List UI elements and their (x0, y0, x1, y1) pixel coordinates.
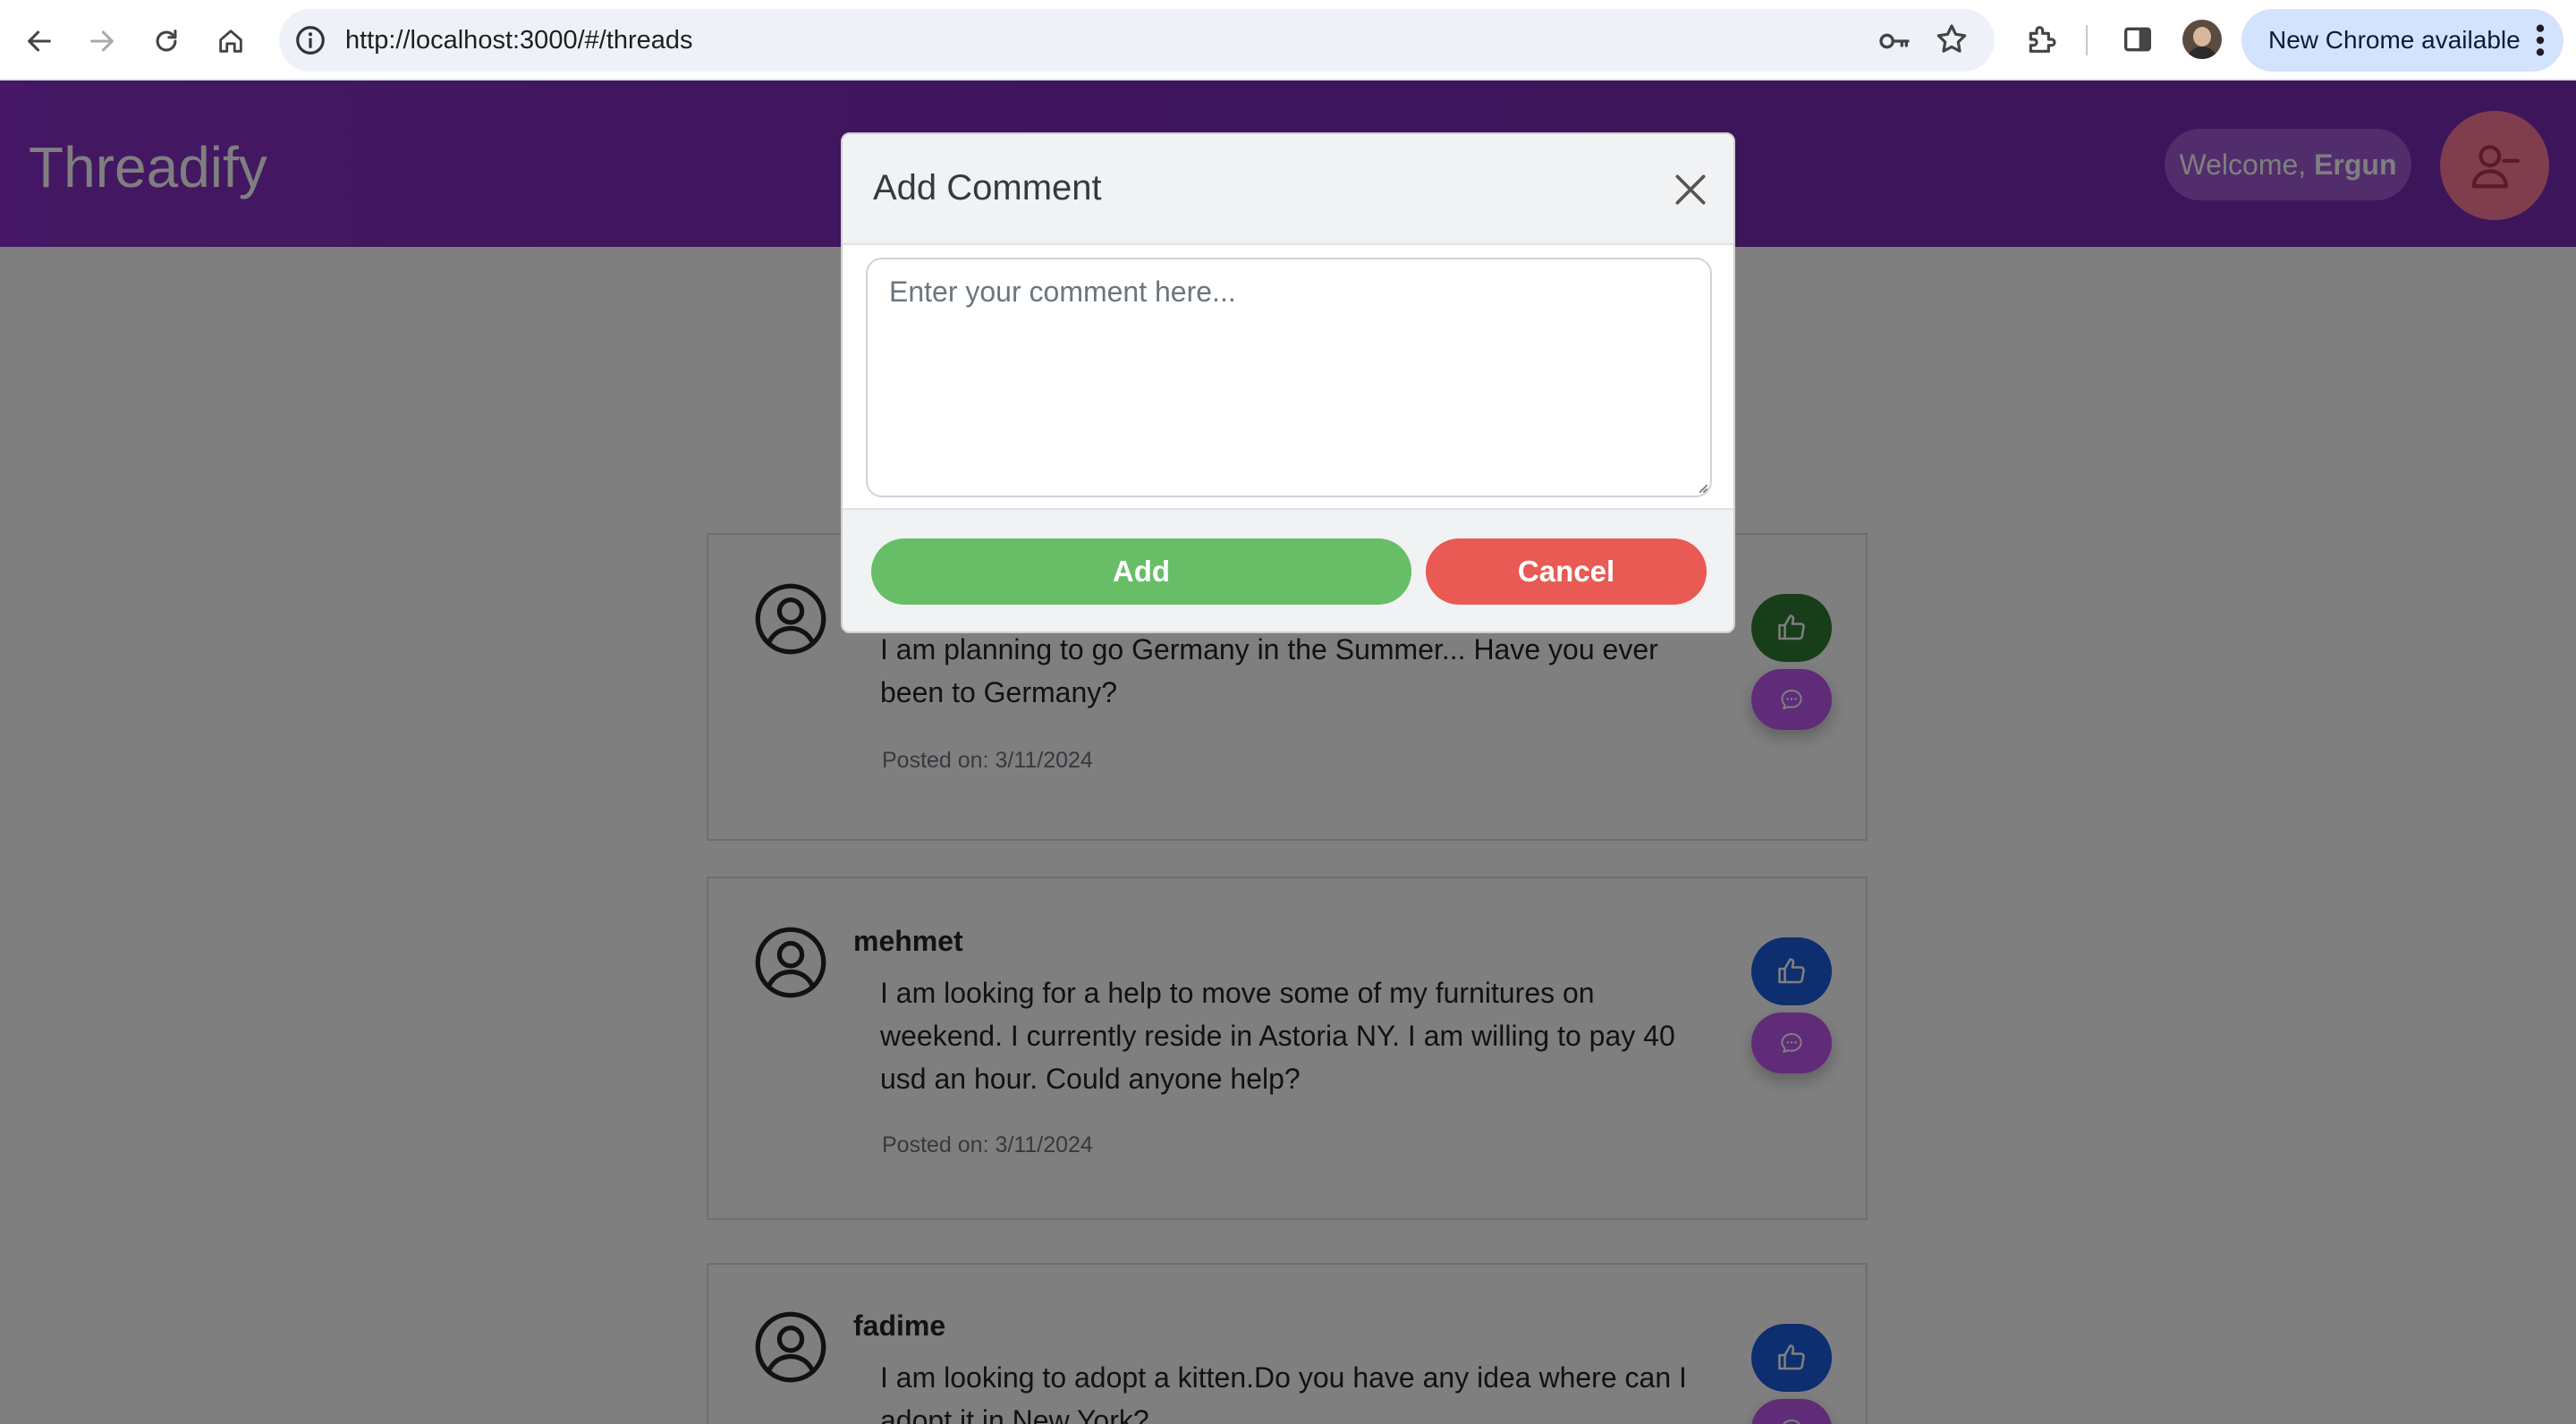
chrome-update-button[interactable]: New Chrome available (2241, 9, 2563, 72)
comment-textarea[interactable] (866, 258, 1712, 497)
add-comment-modal: Add Comment Add Cancel (841, 132, 1735, 633)
profile-avatar[interactable] (2182, 20, 2222, 59)
reload-button[interactable] (141, 16, 191, 66)
reload-icon (156, 30, 177, 52)
more-vert-icon[interactable] (2535, 23, 2546, 57)
modal-footer: Add Cancel (843, 508, 1733, 631)
back-button[interactable] (14, 16, 64, 66)
address-bar[interactable]: http://localhost:3000/#/threads (279, 9, 1995, 72)
forward-arrow-icon (90, 30, 114, 52)
password-key-icon[interactable] (1877, 23, 1912, 59)
resize-handle-icon[interactable] (1696, 481, 1708, 494)
add-button[interactable]: Add (871, 538, 1411, 605)
cancel-button[interactable]: Cancel (1426, 538, 1707, 605)
browser-toolbar: http://localhost:3000/#/threads New Chro… (0, 0, 2576, 81)
update-label: New Chrome available (2268, 26, 2521, 54)
extensions-icon[interactable] (2023, 21, 2059, 57)
bookmark-star-icon[interactable] (1934, 21, 1970, 57)
toolbar-divider (2086, 25, 2088, 55)
url-text[interactable]: http://localhost:3000/#/threads (345, 9, 693, 72)
modal-title: Add Comment (873, 168, 1102, 208)
home-button[interactable] (206, 16, 256, 66)
close-icon[interactable] (1671, 170, 1710, 209)
site-info-icon[interactable] (293, 23, 327, 57)
side-panel-icon[interactable] (2120, 21, 2156, 57)
modal-header: Add Comment (843, 134, 1733, 245)
back-arrow-icon (28, 30, 51, 52)
home-icon (219, 30, 242, 53)
forward-button[interactable] (77, 16, 127, 66)
